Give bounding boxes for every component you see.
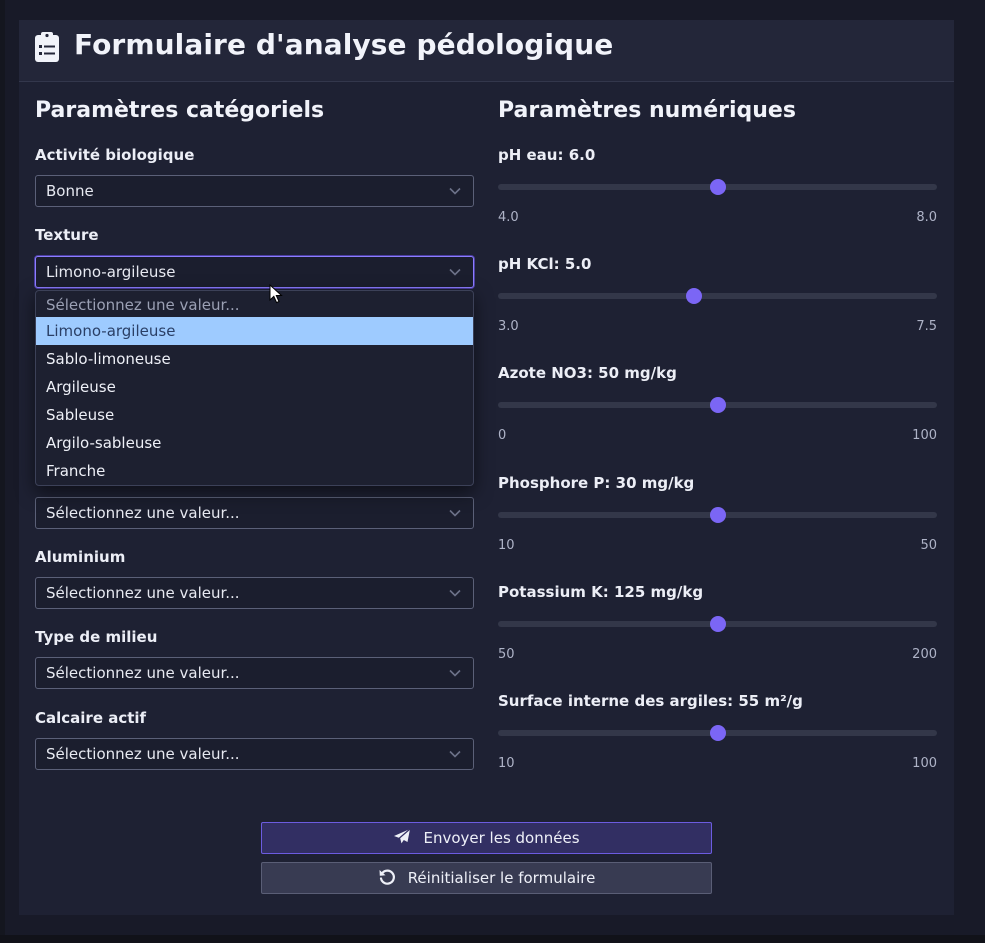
numeric-section-title: Paramètres numériques <box>498 98 796 123</box>
aluminium-label: Aluminium <box>35 548 126 566</box>
card-header: Formulaire d'analyse pédologique <box>19 20 954 82</box>
slider-label: pH KCl: 5.0 <box>498 255 592 273</box>
slider-thumb[interactable] <box>709 397 726 413</box>
app-page: Formulaire d'analyse pédologique Paramèt… <box>0 0 985 943</box>
active-limestone-value: Sélectionnez une valeur... <box>46 745 240 763</box>
slider-min-label: 0 <box>498 428 507 443</box>
chevron-down-icon <box>449 509 461 517</box>
aluminium-select[interactable]: Sélectionnez une valeur... <box>35 577 474 609</box>
dropdown-option[interactable]: Sablo-limoneuse <box>36 345 473 373</box>
slider-label: pH eau: 6.0 <box>498 146 596 164</box>
active-limestone-label: Calcaire actif <box>35 709 147 727</box>
dropdown-option[interactable]: Sélectionnez une valeur... <box>36 291 473 319</box>
slider-min-label: 4.0 <box>498 210 519 225</box>
slider-label: Potassium K: 125 mg/kg <box>498 583 704 601</box>
paper-plane-icon <box>394 828 411 844</box>
environment-type-select[interactable]: Sélectionnez une valeur... <box>35 657 474 689</box>
form-title: Formulaire d'analyse pédologique <box>74 28 614 61</box>
slider-max-label: 100 <box>912 756 937 771</box>
reset-button[interactable]: Réinitialiser le formulaire <box>261 862 712 894</box>
slider-min-label: 10 <box>498 756 515 771</box>
biological-activity-label: Activité biologique <box>35 146 195 164</box>
slider-min-label: 50 <box>498 647 515 662</box>
slider-label: Azote NO3: 50 mg/kg <box>498 364 677 382</box>
slider-thumb[interactable] <box>709 725 726 741</box>
mouse-cursor-icon <box>269 284 283 304</box>
texture-select[interactable]: Limono-argileuse <box>35 256 474 288</box>
slider-max-label: 8.0 <box>916 210 937 225</box>
slider-thumb[interactable] <box>709 616 726 632</box>
undo-icon <box>379 869 395 885</box>
slider-min-label: 10 <box>498 538 515 553</box>
texture-dropdown-menu: Sélectionnez une valeur... Limono-argile… <box>35 290 474 486</box>
slider-label: Surface interne des argiles: 55 m²/g <box>498 692 803 710</box>
dropdown-option[interactable]: Argileuse <box>36 373 473 401</box>
dropdown-option[interactable]: Sableuse <box>36 401 473 429</box>
slider-max-label: 7.5 <box>916 319 937 334</box>
texture-value: Limono-argileuse <box>46 263 176 281</box>
chevron-down-icon <box>449 268 461 276</box>
clipboard-icon <box>35 32 59 62</box>
aluminium-value: Sélectionnez une valeur... <box>46 584 240 602</box>
dropdown-option[interactable]: Franche <box>36 457 473 485</box>
submit-button[interactable]: Envoyer les données <box>261 822 712 854</box>
slider-min-label: 3.0 <box>498 319 519 334</box>
chevron-down-icon <box>449 669 461 677</box>
texture-label: Texture <box>35 226 99 244</box>
slider-track[interactable] <box>498 293 937 299</box>
submit-label: Envoyer les données <box>423 829 580 847</box>
dropdown-option[interactable]: Argilo-sableuse <box>36 429 473 457</box>
slider-max-label: 100 <box>912 428 937 443</box>
chevron-down-icon <box>449 750 461 758</box>
biological-activity-select[interactable]: Bonne <box>35 175 474 207</box>
environment-type-label: Type de milieu <box>35 628 158 646</box>
dropdown-option-selected[interactable]: Limono-argileuse <box>36 317 473 345</box>
slider-thumb[interactable] <box>709 179 726 195</box>
chevron-down-icon <box>449 589 461 597</box>
unnamed-select[interactable]: Sélectionnez une valeur... <box>35 497 474 529</box>
chevron-down-icon <box>449 187 461 195</box>
categorical-section-title: Paramètres catégoriels <box>35 98 325 123</box>
environment-type-value: Sélectionnez une valeur... <box>46 664 240 682</box>
slider-thumb[interactable] <box>686 288 702 304</box>
active-limestone-select[interactable]: Sélectionnez une valeur... <box>35 738 474 770</box>
slider-thumb[interactable] <box>709 507 726 523</box>
slider-label: Phosphore P: 30 mg/kg <box>498 474 695 492</box>
slider-max-label: 50 <box>920 538 937 553</box>
reset-label: Réinitialiser le formulaire <box>407 869 596 887</box>
biological-activity-value: Bonne <box>46 182 94 200</box>
slider-max-label: 200 <box>912 647 937 662</box>
unnamed-select-value: Sélectionnez une valeur... <box>46 504 240 522</box>
